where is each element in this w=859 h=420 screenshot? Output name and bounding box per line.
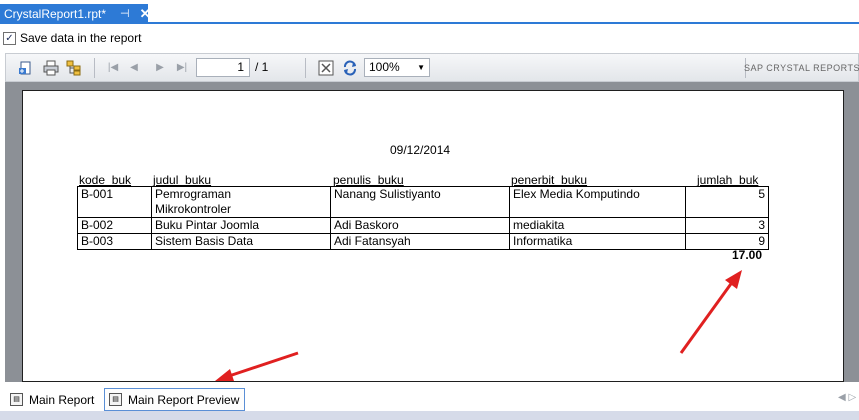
group-tree-icon[interactable] [66, 60, 82, 76]
cell-judul: Sistem Basis Data [151, 233, 331, 250]
cell-kode: B-001 [77, 186, 152, 218]
toolbar-separator [94, 58, 95, 78]
cell-jumlah: 3 [685, 217, 769, 234]
report-page: 09/12/2014 kode_buk judul_buku penulis_b… [22, 90, 844, 382]
cell-penulis: Adi Fatansyah [330, 233, 510, 250]
cell-penerbit: mediakita [509, 217, 686, 234]
report-icon: ▤ [109, 393, 122, 406]
cell-penerbit: Informatika [509, 233, 686, 250]
status-strip [0, 411, 859, 420]
close-icon[interactable]: ✕ [140, 6, 151, 22]
save-data-row: ✓ Save data in the report [0, 27, 859, 49]
page-number-input[interactable]: 1 [196, 58, 250, 77]
brand-label: SAP CRYSTAL REPORTS [743, 63, 859, 73]
cell-judul-line: Pemrograman [155, 187, 232, 201]
cell-jumlah: 5 [685, 186, 769, 218]
cell-kode: B-002 [77, 217, 152, 234]
cell-penulis: Nanang Sulistiyanto [330, 186, 510, 218]
table-row: B-001 Pemrograman Mikrokontroler Nanang S… [77, 186, 769, 218]
table-row: B-002 Buku Pintar Joomla Adi Baskoro med… [77, 217, 769, 234]
column-header-penerbit: penerbit_buku [511, 173, 588, 187]
column-header-kode: kode_buk [79, 173, 132, 187]
toggle-panel-icon[interactable] [318, 60, 334, 76]
zoom-select[interactable]: 100% ▼ [364, 58, 430, 77]
cell-penerbit: Elex Media Komputindo [509, 186, 686, 218]
report-total: 17.00 [732, 248, 763, 262]
tab-main-report-preview[interactable]: ▤ Main Report Preview [104, 388, 245, 411]
column-header-judul: judul_buku [153, 173, 212, 187]
column-header-penulis: penulis_buku [333, 173, 404, 187]
zoom-value: 100% [369, 60, 400, 74]
cell-judul: Buku Pintar Joomla [151, 217, 331, 234]
report-date: 09/12/2014 [390, 143, 451, 157]
report-icon: ▤ [10, 393, 23, 406]
export-icon[interactable] [18, 60, 34, 76]
document-tab[interactable]: CrystalReport1.rpt* ⊣ ✕ [0, 4, 151, 23]
report-viewer-toolbar: |◀ ◀ ▶ ▶| 1 / 1 100% ▼ SAP CRYSTAL REPOR… [5, 53, 859, 82]
cell-judul: Pemrograman Mikrokontroler [151, 186, 331, 218]
document-tab-title: CrystalReport1.rpt* [4, 6, 107, 21]
save-data-label: Save data in the report [20, 31, 142, 45]
table-row: B-003 Sistem Basis Data Adi Fatansyah In… [77, 233, 769, 250]
page-total-label: / 1 [255, 60, 269, 74]
cell-judul-line: Mikrokontroler [155, 202, 232, 216]
first-page-icon[interactable]: |◀ [106, 60, 120, 76]
tab-main-report-label: Main Report [29, 392, 95, 407]
pin-icon[interactable]: ⊣ [120, 7, 130, 20]
chevron-down-icon: ▼ [417, 63, 425, 72]
column-header-jumlah: jumlah_buk [697, 173, 759, 187]
cell-kode: B-003 [77, 233, 152, 250]
cell-penulis: Adi Baskoro [330, 217, 510, 234]
print-icon[interactable] [43, 60, 59, 76]
tab-main-report-preview-label: Main Report Preview [128, 392, 240, 407]
refresh-icon[interactable] [342, 60, 358, 76]
next-page-icon[interactable]: ▶ [153, 60, 167, 76]
toolbar-separator [305, 58, 306, 78]
previous-page-icon[interactable]: ◀ [127, 60, 141, 76]
report-table: B-001 Pemrograman Mikrokontroler Nanang S… [77, 186, 769, 250]
tab-scroll-arrows[interactable]: ◀ ▷ [838, 392, 856, 403]
report-canvas[interactable]: 09/12/2014 kode_buk judul_buku penulis_b… [5, 82, 859, 382]
tab-main-report[interactable]: ▤ Main Report [6, 388, 98, 411]
save-data-checkbox[interactable]: ✓ [3, 31, 16, 45]
last-page-icon[interactable]: ▶| [175, 60, 189, 76]
